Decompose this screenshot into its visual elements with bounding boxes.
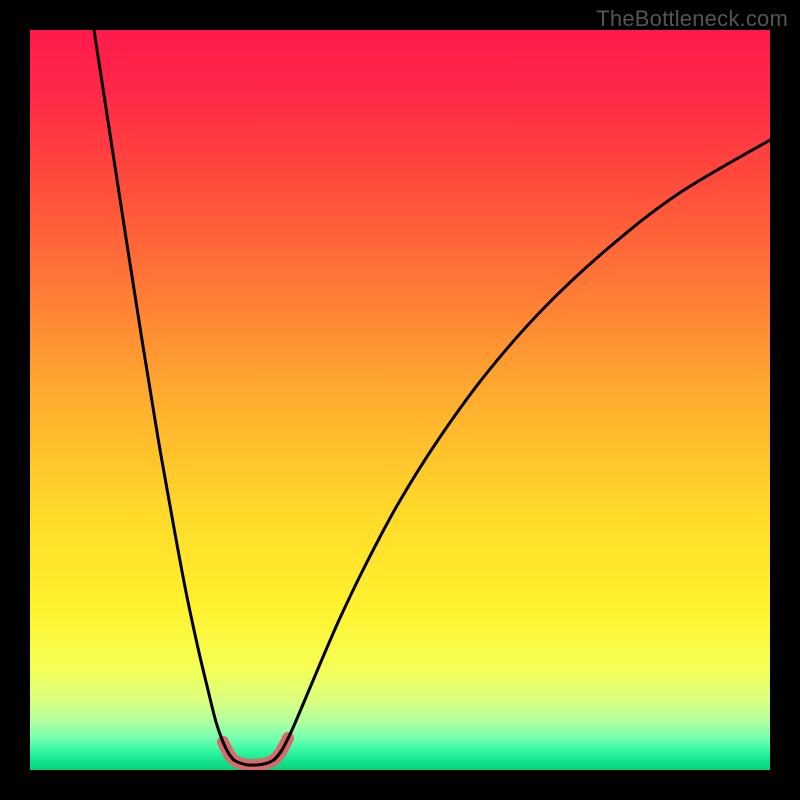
- background-gradient: [30, 30, 770, 770]
- watermark-text: TheBottleneck.com: [596, 6, 788, 32]
- chart-frame: [30, 30, 770, 770]
